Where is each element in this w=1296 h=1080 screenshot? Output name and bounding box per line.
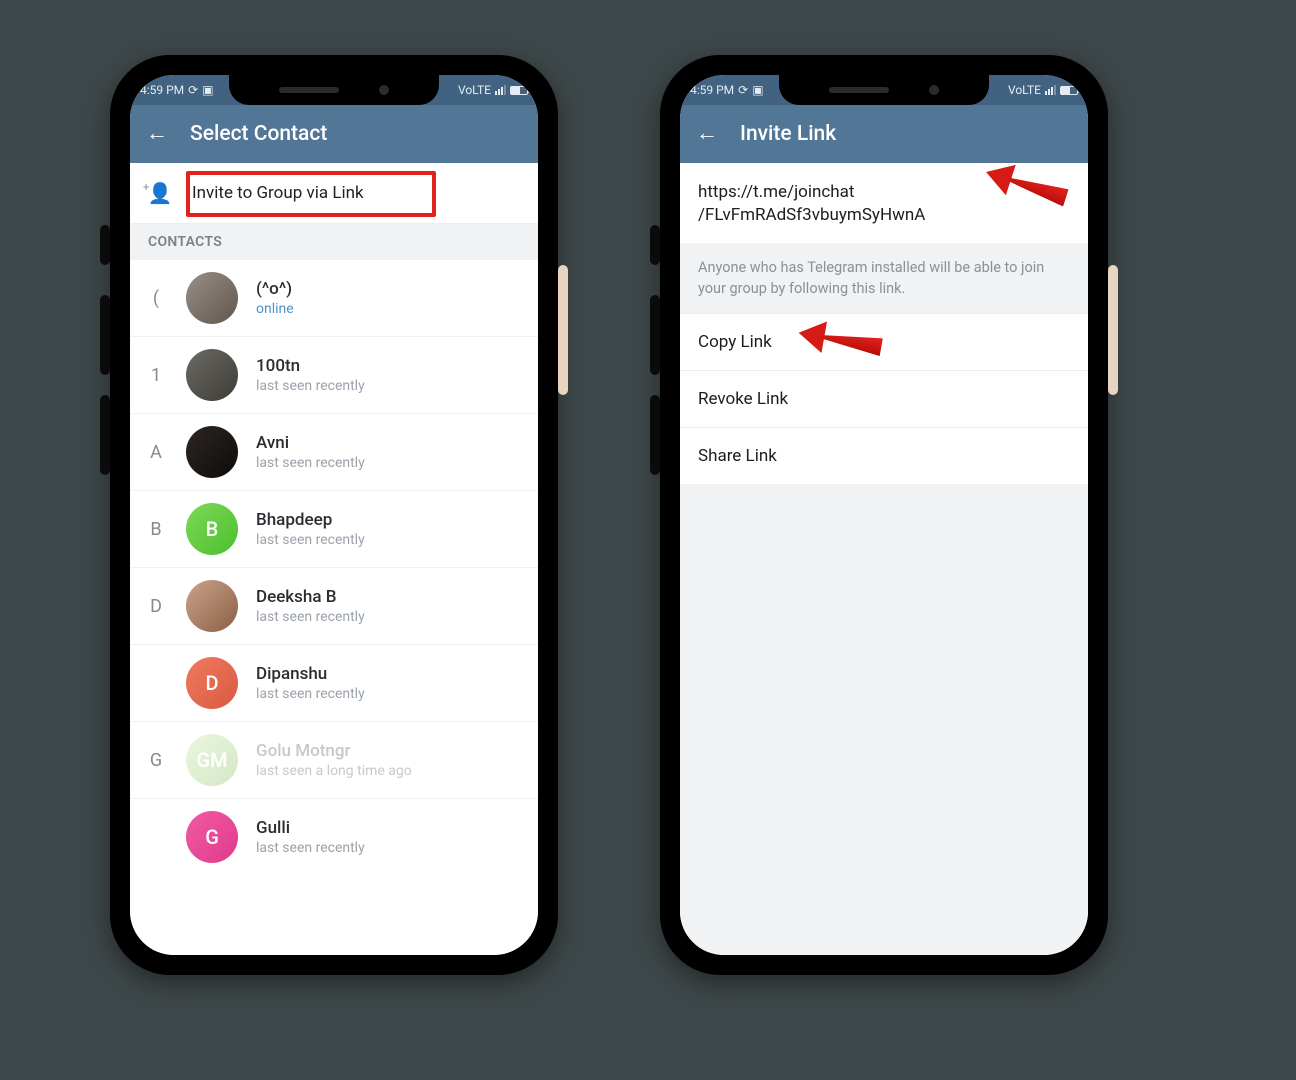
signal-icon xyxy=(1045,85,1056,95)
contact-row[interactable]: G GM Golu Motngr last seen a long time a… xyxy=(130,721,538,798)
contact-name: Dipanshu xyxy=(256,664,365,684)
screen-left: 4:59 PM ⟳ ▣ VoLTE ← Select Contact +👤 xyxy=(130,75,538,955)
volume-up-button[interactable] xyxy=(100,295,110,375)
power-button[interactable] xyxy=(558,265,568,395)
contact-status: online xyxy=(256,301,294,317)
browser-icon: ▣ xyxy=(202,83,213,97)
contact-status: last seen recently xyxy=(256,609,365,625)
avatar: D xyxy=(186,657,238,709)
contacts-section-header: CONTACTS xyxy=(130,224,538,260)
contact-name: Gulli xyxy=(256,818,365,838)
invite-link-text[interactable]: https://t.me/joinchat /FLvFmRAdSf3vbuymS… xyxy=(680,163,1088,243)
avatar xyxy=(186,349,238,401)
contact-row[interactable]: D Dipanshu last seen recently xyxy=(130,644,538,721)
volte-label: VoLTE xyxy=(458,83,491,97)
screen-right: 4:59 PM ⟳ ▣ VoLTE ← Invite Link https://… xyxy=(680,75,1088,955)
contact-row[interactable]: B B Bhapdeep last seen recently xyxy=(130,490,538,567)
status-bar: 4:59 PM ⟳ ▣ VoLTE xyxy=(680,75,1088,105)
silent-switch[interactable] xyxy=(100,225,110,265)
add-person-icon: +👤 xyxy=(146,181,174,205)
invite-via-link-label: Invite to Group via Link xyxy=(192,183,364,203)
alpha-indexer: D xyxy=(144,596,168,617)
avatar xyxy=(186,272,238,324)
invite-via-link-row[interactable]: +👤 Invite to Group via Link xyxy=(130,163,538,224)
app-bar: ← Select Contact xyxy=(130,105,538,163)
revoke-link-button[interactable]: Revoke Link xyxy=(680,370,1088,427)
app-bar: ← Invite Link xyxy=(680,105,1088,163)
contact-status: last seen recently xyxy=(256,840,365,856)
contact-row[interactable]: A Avni last seen recently xyxy=(130,413,538,490)
contact-name: Golu Motngr xyxy=(256,741,412,761)
phone-frame-left: 4:59 PM ⟳ ▣ VoLTE ← Select Contact +👤 xyxy=(110,55,558,975)
battery-icon xyxy=(1060,86,1078,95)
status-time: 4:59 PM xyxy=(140,83,184,97)
contact-row[interactable]: 1 100tn last seen recently xyxy=(130,336,538,413)
phone-frame-right: 4:59 PM ⟳ ▣ VoLTE ← Invite Link https://… xyxy=(660,55,1108,975)
contact-name: Deeksha B xyxy=(256,587,365,607)
contact-status: last seen recently xyxy=(256,455,365,471)
contact-name: Bhapdeep xyxy=(256,510,365,530)
notch xyxy=(779,75,989,105)
copy-link-button[interactable]: Copy Link xyxy=(680,313,1088,370)
contact-row[interactable]: G Gulli last seen recently xyxy=(130,798,538,875)
silent-switch[interactable] xyxy=(650,225,660,265)
invite-link-hint: Anyone who has Telegram installed will b… xyxy=(680,243,1088,313)
annotation-arrow-icon xyxy=(796,317,884,363)
contact-name: Avni xyxy=(256,433,365,453)
empty-space xyxy=(680,484,1088,955)
contact-name: 100tn xyxy=(256,356,365,376)
share-link-label: Share Link xyxy=(698,446,777,466)
volume-up-button[interactable] xyxy=(650,295,660,375)
contact-status: last seen recently xyxy=(256,532,365,548)
signal-icon xyxy=(495,85,506,95)
share-link-button[interactable]: Share Link xyxy=(680,427,1088,484)
avatar: G xyxy=(186,811,238,863)
volume-down-button[interactable] xyxy=(100,395,110,475)
page-title: Select Contact xyxy=(190,122,327,146)
contact-name: (^o^) xyxy=(256,279,294,299)
contact-status: last seen recently xyxy=(256,686,365,702)
alpha-indexer: G xyxy=(144,750,168,771)
alpha-indexer: A xyxy=(144,442,168,463)
alpha-indexer: 1 xyxy=(144,365,168,386)
contact-status: last seen a long time ago xyxy=(256,763,412,779)
avatar: B xyxy=(186,503,238,555)
status-bar: 4:59 PM ⟳ ▣ VoLTE xyxy=(130,75,538,105)
invite-link-line1: https://t.me/joinchat xyxy=(698,182,854,202)
contact-row[interactable]: ( (^o^) online xyxy=(130,260,538,336)
back-button[interactable]: ← xyxy=(696,123,718,145)
contact-status: last seen recently xyxy=(256,378,365,394)
page-title: Invite Link xyxy=(740,122,836,146)
annotation-arrow-icon xyxy=(981,163,1071,213)
revoke-link-label: Revoke Link xyxy=(698,389,788,409)
back-button[interactable]: ← xyxy=(146,123,168,145)
browser-icon: ▣ xyxy=(752,83,763,97)
avatar xyxy=(186,580,238,632)
battery-icon xyxy=(510,86,528,95)
invite-link-line2: /FLvFmRAdSf3vbuymSyHwnA xyxy=(698,205,925,225)
avatar: GM xyxy=(186,734,238,786)
notch xyxy=(229,75,439,105)
sync-icon: ⟳ xyxy=(738,83,748,97)
alpha-indexer: ( xyxy=(144,288,168,309)
avatar xyxy=(186,426,238,478)
volume-down-button[interactable] xyxy=(650,395,660,475)
sync-icon: ⟳ xyxy=(188,83,198,97)
status-time: 4:59 PM xyxy=(690,83,734,97)
volte-label: VoLTE xyxy=(1008,83,1041,97)
contact-row[interactable]: D Deeksha B last seen recently xyxy=(130,567,538,644)
power-button[interactable] xyxy=(1108,265,1118,395)
copy-link-label: Copy Link xyxy=(698,332,772,352)
alpha-indexer: B xyxy=(144,519,168,540)
